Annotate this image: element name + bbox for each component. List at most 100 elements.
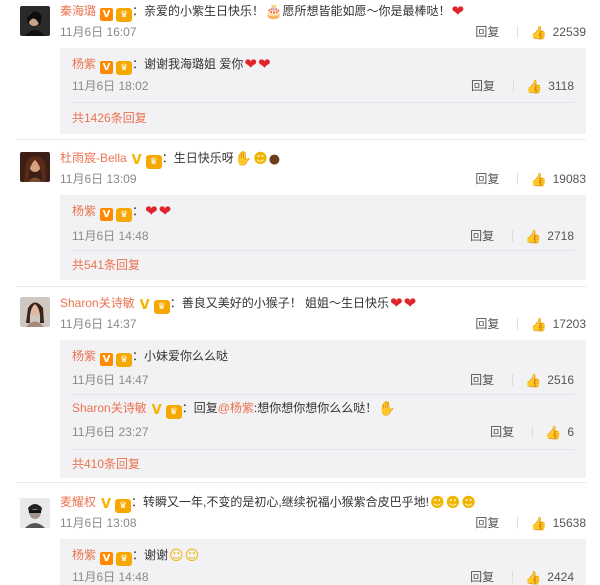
heart-icon: ❤ [158, 202, 172, 220]
action-divider [512, 230, 514, 242]
comment-item: Sharon关诗敏 V ♛ ：善良又美好的小猴子！ 姐姐～生日快乐❤❤ 11月6日 1… [0, 287, 600, 483]
reply-item: 杨紫 V ♛ ：小妹爱你么么哒 11月6日 14:47 回复 👍 2516 [72, 344, 586, 392]
action-divider [532, 426, 534, 438]
reply-button[interactable]: 回复 [470, 227, 494, 245]
reply-time: 11月6日 14:48 [72, 570, 149, 584]
comment-time: 11月6日 13:09 [60, 172, 137, 186]
comment-time: 11月6日 16:07 [60, 25, 137, 39]
reply-button[interactable]: 回复 [475, 170, 499, 188]
thumbs-up-icon: 👍 [530, 173, 547, 188]
reply-box: 杨紫 V ♛ ：谢谢☺☺ 11月6日 14:48 回复 👍 2424 [60, 539, 586, 585]
avatar[interactable] [20, 297, 50, 327]
comment-actions: 回复 👍 22539 [475, 23, 586, 41]
clap-hand-icon: ✋ [378, 401, 396, 417]
thumbs-up-icon: 👍 [525, 374, 542, 389]
like-button[interactable]: 👍 15638 [530, 514, 586, 534]
avatar-image [20, 498, 50, 528]
crown-badge-icon: ♛ [116, 208, 133, 222]
username-link[interactable]: 杨紫 [72, 349, 96, 363]
verified-badge-icon: V [139, 298, 150, 313]
like-button[interactable]: 👍 19083 [530, 170, 586, 190]
action-divider [517, 318, 519, 330]
heart-icon: ❤ [403, 294, 417, 312]
verified-badge-icon: V [131, 153, 142, 168]
like-button[interactable]: 👍 6 [545, 423, 574, 443]
comment-item: 杜雨宸-Bella V ♛ ：生日快乐呀✋☻● 11月6日 13:09 回复 👍 1908… [0, 140, 600, 287]
crown-badge-icon: ♛ [116, 552, 133, 566]
thumbs-up-icon: 👍 [530, 26, 547, 41]
reply-button[interactable]: 回复 [471, 77, 495, 95]
clap-hand-icon: ✋ [234, 151, 253, 167]
reply-text: ：谢谢 [132, 548, 169, 562]
like-button[interactable]: 👍 2718 [525, 227, 574, 247]
reply-box: 杨紫 V ♛ ：小妹爱你么么哒 11月6日 14:47 回复 👍 2516 Sharon关… [60, 340, 586, 478]
avatar-image [20, 6, 50, 36]
more-replies-link[interactable]: 共1426条回复 [72, 109, 147, 127]
like-count: 2516 [547, 373, 574, 387]
reply-button[interactable]: 回复 [470, 371, 494, 389]
like-button[interactable]: 👍 2516 [525, 371, 574, 391]
reply-divider [72, 449, 574, 450]
username-link[interactable]: 杨紫 [72, 57, 96, 71]
reply-box: 杨紫 V ♛ ：❤❤ 11月6日 14:48 回复 👍 2718 共541条回复 [60, 195, 586, 280]
thumbs-up-icon: 👍 [525, 230, 542, 245]
like-count: 2424 [547, 570, 574, 584]
comment-actions: 回复 👍 15638 [475, 514, 586, 532]
verified-badge-icon: V [100, 61, 114, 74]
thumbs-up-icon: 👍 [530, 318, 547, 333]
avatar[interactable] [20, 6, 50, 36]
heart-icon: ❤ [257, 55, 271, 73]
verified-badge-icon: V [151, 403, 162, 418]
username-link[interactable]: 杜雨宸-Bella [60, 151, 127, 165]
username-link[interactable]: 杨紫 [72, 548, 96, 562]
reply-text: ：小妹爱你么么哒 [132, 349, 229, 363]
reply-button[interactable]: 回复 [475, 315, 499, 333]
reply-text: ： [132, 204, 145, 218]
action-divider [517, 173, 519, 185]
reply-button[interactable]: 回复 [490, 423, 514, 441]
more-replies-link[interactable]: 共410条回复 [72, 455, 140, 473]
avatar-image [20, 152, 50, 182]
username-link[interactable]: Sharon关诗敏 [72, 401, 147, 415]
thumbs-up-icon: 👍 [525, 571, 542, 585]
avatar[interactable] [20, 498, 50, 528]
reply-line: Sharon关诗敏 V ♛ ：回复@杨紫:想你想你想你么么哒！✋ [72, 398, 396, 419]
reply-time: 11月6日 14:48 [72, 229, 149, 243]
action-divider [512, 571, 514, 583]
comment-item: 秦海璐 V ♛ ：亲爱的小紫生日快乐！🎂愿所想皆能如愿～你是最棒哒！❤ 11月6日 1… [0, 0, 600, 140]
username-link[interactable]: 杨紫 [72, 204, 96, 218]
heart-icon: ❤ [244, 55, 257, 73]
comment-list: 秦海璐 V ♛ ：亲爱的小紫生日快乐！🎂愿所想皆能如愿～你是最棒哒！❤ 11月6日 1… [0, 0, 600, 585]
avatar[interactable] [20, 152, 50, 182]
reply-button[interactable]: 回复 [475, 514, 499, 532]
comment-text: ：亲爱的小紫生日快乐！ [132, 4, 265, 18]
comment-actions: 回复 👍 19083 [475, 170, 586, 188]
reply-actions: 回复 👍 3118 [471, 77, 574, 95]
like-button[interactable]: 👍 2424 [525, 568, 574, 585]
mention-link[interactable]: @杨紫 [218, 401, 254, 415]
reply-text: ：回复 [181, 401, 218, 415]
like-button[interactable]: 👍 3118 [526, 77, 574, 97]
crown-badge-icon: ♛ [145, 155, 162, 169]
heart-icon: ❤ [451, 2, 465, 20]
username-link[interactable]: Sharon关诗敏 [60, 296, 135, 310]
like-button[interactable]: 👍 22539 [530, 23, 586, 43]
reply-time: 11月6日 18:02 [72, 79, 149, 93]
smile-face-icon: ☻ [430, 495, 445, 511]
smile-face-icon: ☺ [184, 548, 200, 564]
reply-divider [72, 102, 574, 103]
like-button[interactable]: 👍 17203 [530, 315, 586, 335]
verified-badge-icon: V [100, 353, 114, 366]
comment-text-continued: 愿所想皆能如愿～你是最棒哒！ [282, 4, 451, 18]
username-link[interactable]: 秦海璐 [60, 4, 96, 18]
verified-badge-icon: V [100, 208, 114, 221]
reply-button[interactable]: 回复 [475, 23, 499, 41]
comment-text: ：转瞬又一年,不变的是初心,继续祝福小猴紫合皮巴乎地! [131, 495, 430, 509]
username-link[interactable]: 麦耀权 [60, 495, 96, 509]
reply-button[interactable]: 回复 [470, 568, 494, 585]
like-count: 22539 [552, 25, 586, 39]
verified-badge-icon: V [100, 497, 112, 512]
more-replies-link[interactable]: 共541条回复 [72, 256, 140, 274]
like-count: 3118 [548, 79, 574, 93]
comment-line: Sharon关诗敏 V ♛ ：善良又美好的小猴子！ 姐姐～生日快乐❤❤ [60, 293, 417, 314]
